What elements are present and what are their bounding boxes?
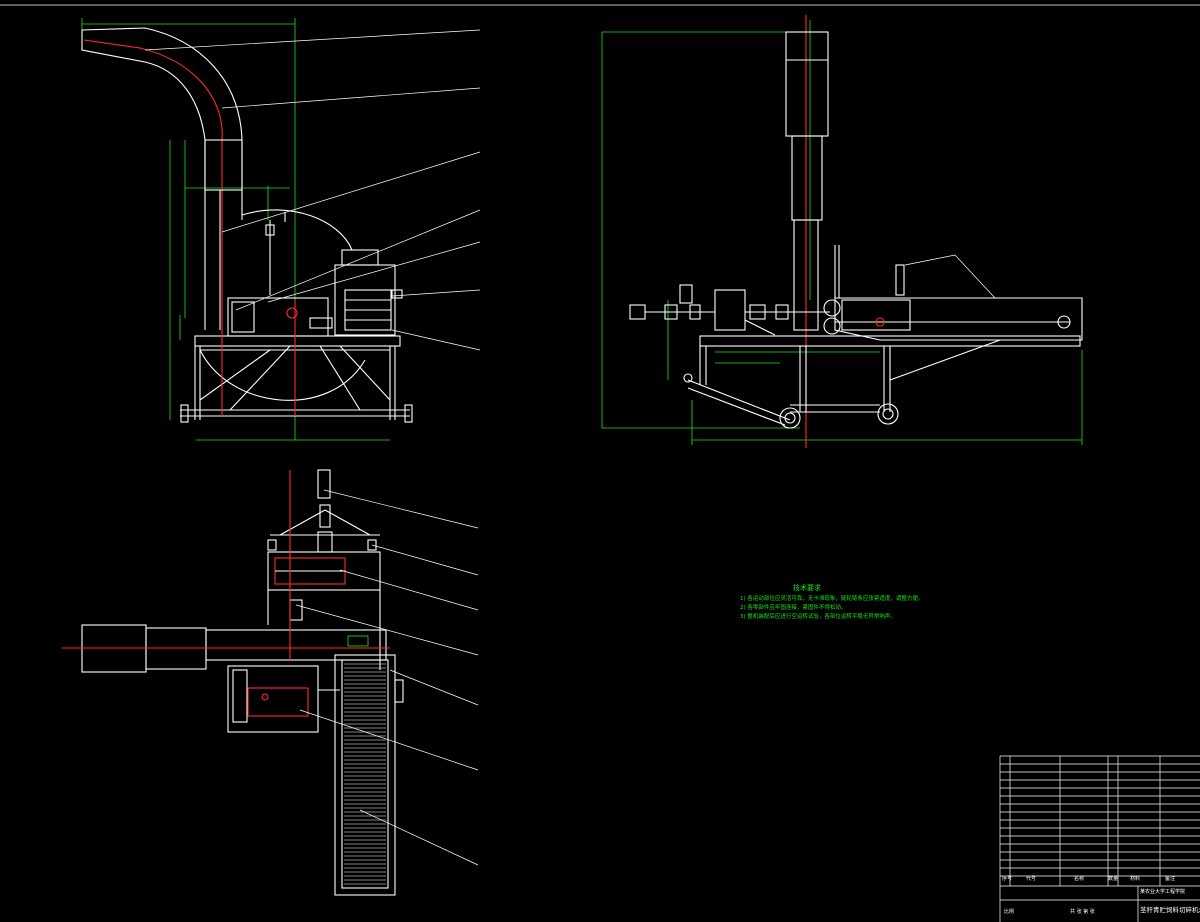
technical-notes-title: 技术要求 xyxy=(793,584,821,592)
header-material: 材料 xyxy=(1130,876,1141,882)
technical-note-2: 2) 各零部件应牢固连接，紧固件不得松动。 xyxy=(740,605,847,611)
sheet-label: 共 张 第 张 xyxy=(1070,909,1095,915)
header-code: 代号 xyxy=(1026,876,1037,882)
technical-note-3: 3) 整机装配后应进行空运转试验，各部位运转平稳无异常响声。 xyxy=(740,614,896,620)
header-remark: 备注 xyxy=(1165,876,1176,882)
conveyor-slats xyxy=(344,663,386,885)
front-view xyxy=(81,18,481,441)
side-view xyxy=(601,15,1083,448)
school-name: 某农业大学工程学院 xyxy=(1140,889,1186,895)
bom-table xyxy=(999,755,1200,922)
top-view xyxy=(62,469,479,896)
cad-drawing-canvas xyxy=(0,4,1200,922)
header-index: 序号 xyxy=(1002,876,1013,882)
drawing-title: 茎秆青贮饲料切碎机总装配图 xyxy=(1140,906,1200,914)
header-name: 名称 xyxy=(1074,876,1085,882)
technical-note-1: 1) 各运动部位应灵活可靠，无卡滞现象，链轮链条应张紧适度，调整方便。 xyxy=(740,596,924,602)
scale-label: 比例 xyxy=(1004,909,1015,915)
header-quantity: 数量 xyxy=(1108,876,1119,882)
